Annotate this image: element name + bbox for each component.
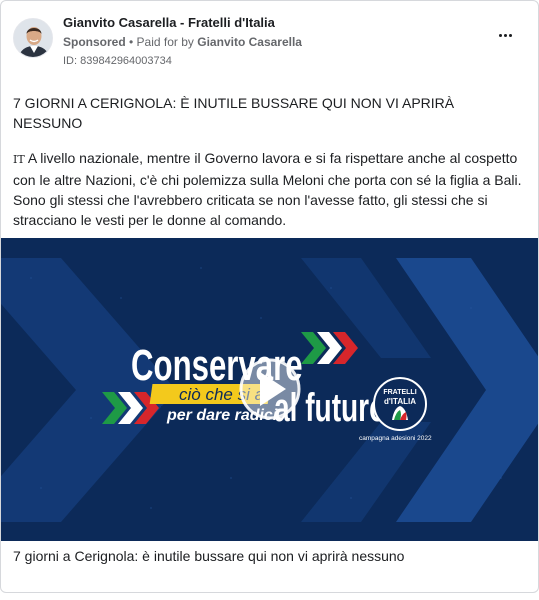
language-tag: IT [13,153,25,166]
avatar[interactable] [13,18,53,58]
post-body: 7 GIORNI A CERIGNOLA: È INUTILE BUSSARE … [13,93,526,242]
paid-for-label: • Paid for by [129,35,194,49]
post-header: Gianvito Casarella - Fratelli d'Italia S… [13,15,526,75]
campaign-label: campagna adesioni 2022 [359,435,432,442]
sponsored-line: Sponsored • Paid for by Gianvito Casarel… [63,35,302,49]
sponsored-label: Sponsored [63,35,126,49]
video-player[interactable]: Conservare ciò che si ama per dare radic… [1,238,538,541]
video-caption: 7 giorni a Cerignola: è inutile bussare … [13,548,405,564]
post-body-text: A livello nazionale, mentre il Governo l… [13,150,522,228]
flame-logo-icon: FRATELLI d'ITALIA [373,377,427,431]
video-thumbnail: Conservare ciò che si ama per dare radic… [1,238,538,541]
ad-card: Gianvito Casarella - Fratelli d'Italia S… [0,0,539,593]
play-icon[interactable] [239,358,301,420]
page-name-link[interactable]: Gianvito Casarella - Fratelli d'Italia [63,15,275,30]
paid-for-name: Gianvito Casarella [197,35,302,49]
logo-line2: d'ITALIA [384,397,416,406]
logo-line1: FRATELLI [383,389,416,396]
ad-id: ID: 839842964003734 [63,55,172,67]
more-options-icon[interactable] [494,25,516,45]
post-headline: 7 GIORNI A CERIGNOLA: È INUTILE BUSSARE … [13,95,455,131]
post-paragraph: IT A livello nazionale, mentre il Govern… [13,148,526,230]
